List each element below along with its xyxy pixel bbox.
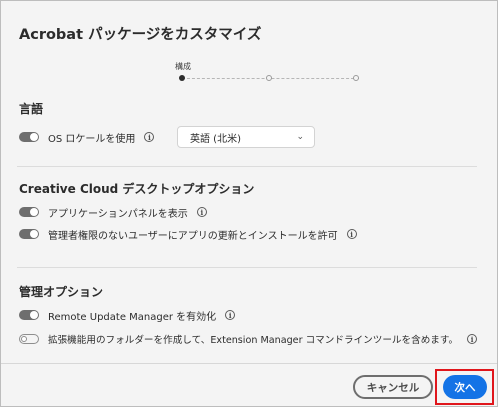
allow-non-admin-updates-row: 管理者権限のないユーザーにアプリの更新とインストールを許可 i xyxy=(19,226,357,242)
os-locale-label: OS ロケールを使用 xyxy=(48,133,136,145)
allow-non-admin-updates-toggle[interactable] xyxy=(19,229,39,239)
chevron-down-icon: ⌄ xyxy=(296,132,304,142)
language-select[interactable]: 英語 (北米) ⌄ xyxy=(177,126,315,148)
remote-update-manager-toggle[interactable] xyxy=(19,310,39,320)
os-locale-toggle[interactable] xyxy=(19,132,39,142)
section-divider xyxy=(17,166,477,167)
info-icon[interactable]: i xyxy=(467,334,478,344)
language-select-value: 英語 (北米) xyxy=(190,133,241,145)
step-3-dot xyxy=(353,75,359,81)
extension-manager-label: 拡張機能用のフォルダーを作成して、Extension Manager コマンドラ… xyxy=(48,335,459,346)
step-label-configuration: 構成 xyxy=(175,62,191,71)
next-button[interactable]: 次へ xyxy=(443,375,487,399)
extension-manager-row: 拡張機能用のフォルダーを作成して、Extension Manager コマンドラ… xyxy=(19,331,478,347)
remote-update-manager-label: Remote Update Manager を有効化 xyxy=(48,311,217,323)
language-section-title: 言語 xyxy=(19,102,44,116)
show-apps-panel-label: アプリケーションパネルを表示 xyxy=(48,208,188,220)
info-icon[interactable]: i xyxy=(144,132,155,142)
allow-non-admin-updates-label: 管理者権限のないユーザーにアプリの更新とインストールを許可 xyxy=(48,230,338,242)
footer-divider xyxy=(1,363,497,364)
desktop-options-section-title: Creative Cloud デスクトップオプション xyxy=(19,182,255,196)
admin-options-section-title: 管理オプション xyxy=(19,285,104,299)
show-apps-panel-row: アプリケーションパネルを表示 i xyxy=(19,204,207,220)
cancel-button[interactable]: キャンセル xyxy=(353,375,433,399)
step-2-dot xyxy=(266,75,272,81)
os-locale-row: OS ロケールを使用 i xyxy=(19,129,155,145)
extension-manager-toggle[interactable] xyxy=(19,334,39,344)
section-divider xyxy=(17,267,477,268)
info-icon[interactable]: i xyxy=(346,229,357,239)
progress-stepper: 構成 xyxy=(175,61,365,85)
customize-package-dialog: Acrobat パッケージをカスタマイズ 構成 言語 OS ロケールを使用 i … xyxy=(0,0,498,407)
remote-update-manager-row: Remote Update Manager を有効化 i xyxy=(19,307,236,323)
step-1-dot xyxy=(179,75,185,81)
info-icon[interactable]: i xyxy=(196,207,207,217)
info-icon[interactable]: i xyxy=(225,310,236,320)
dialog-title: Acrobat パッケージをカスタマイズ xyxy=(19,27,262,43)
show-apps-panel-toggle[interactable] xyxy=(19,207,39,217)
